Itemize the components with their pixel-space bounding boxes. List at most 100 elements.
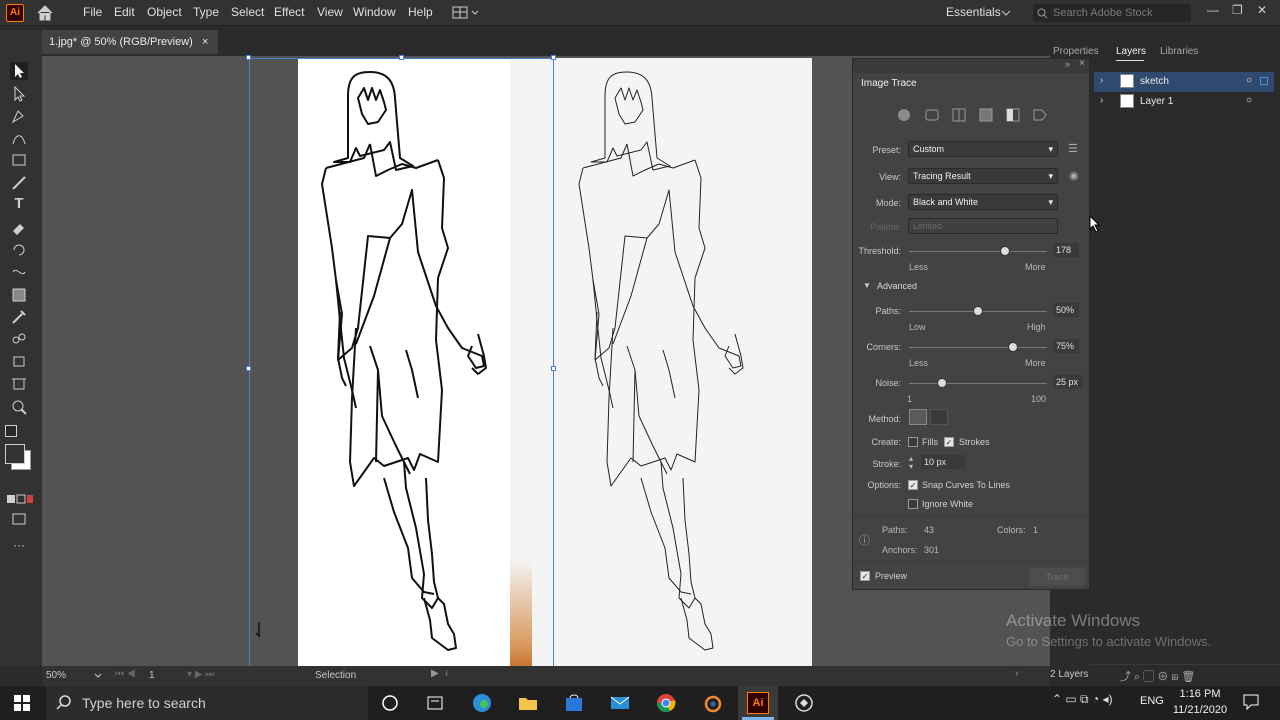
arrange-documents-icon[interactable] — [452, 6, 480, 20]
file-explorer-icon[interactable] — [517, 692, 539, 714]
home-icon[interactable] — [36, 4, 54, 22]
threshold-value[interactable]: 178 — [1053, 243, 1079, 257]
tab-layers[interactable]: Layers — [1116, 46, 1146, 57]
status-arrow-icon[interactable]: ▶ — [431, 668, 439, 679]
tab-libraries[interactable]: Libraries — [1160, 46, 1198, 57]
layer-name[interactable]: sketch — [1140, 76, 1169, 87]
fill-swatch[interactable] — [5, 444, 25, 464]
noise-track[interactable] — [909, 383, 1047, 384]
preview-checkbox[interactable]: ✓ — [860, 571, 870, 581]
minimize-button[interactable]: — — [1207, 3, 1219, 17]
snap-checkbox[interactable]: ✓ — [908, 480, 918, 490]
selection-indicator[interactable] — [1260, 77, 1268, 85]
stock-search-input[interactable]: Search Adobe Stock — [1033, 4, 1191, 22]
layer-name[interactable]: Layer 1 — [1140, 96, 1173, 107]
store-icon[interactable] — [563, 692, 585, 714]
symbol-sprayer-tool-icon[interactable] — [10, 352, 28, 370]
workspace-switcher[interactable]: Essentials — [946, 5, 1001, 19]
collapse-icon[interactable]: » — [1065, 59, 1070, 69]
rotate-tool-icon[interactable] — [10, 241, 28, 259]
paths-slider-knob[interactable] — [973, 306, 983, 316]
strokes-checkbox[interactable]: ✓ — [944, 437, 954, 447]
blend-tool-icon[interactable] — [10, 330, 28, 348]
fills-checkbox[interactable] — [908, 437, 918, 447]
tab-properties[interactable]: Properties — [1053, 46, 1099, 57]
edge-browser-icon[interactable] — [471, 692, 493, 714]
rectangle-tool-icon[interactable] — [10, 151, 28, 169]
menu-edit[interactable]: Edit — [114, 5, 135, 19]
clock-time[interactable]: 1:16 PM — [1172, 688, 1228, 700]
zoom-level[interactable]: 50% — [46, 670, 66, 681]
view-dropdown[interactable]: Tracing Result ▾ — [908, 168, 1058, 184]
resize-handle-top-right[interactable] — [551, 55, 556, 60]
curvature-tool-icon[interactable] — [10, 129, 28, 147]
menu-type[interactable]: Type — [193, 5, 219, 19]
menu-file[interactable]: File — [83, 5, 102, 19]
corners-slider-knob[interactable] — [1007, 342, 1018, 352]
stroke-stepper-icon[interactable]: ▴ ▾ — [909, 455, 913, 471]
illustrator-taskbar-icon[interactable]: Ai — [747, 692, 769, 714]
resize-handle-left[interactable] — [246, 366, 251, 371]
close-window-button[interactable]: ✕ — [1257, 3, 1267, 17]
gradient-tool-icon[interactable] — [10, 286, 28, 304]
method-overlapping-button[interactable] — [930, 409, 948, 425]
expand-arrow-icon[interactable]: › — [1100, 95, 1103, 106]
draw-mode-icon[interactable] — [6, 490, 34, 508]
eraser-tool-icon[interactable] — [10, 219, 28, 237]
paths-value[interactable]: 50% — [1053, 303, 1079, 317]
advanced-label[interactable]: Advanced — [877, 281, 917, 291]
screen-mode-icon[interactable] — [10, 510, 28, 528]
taskbar-search-input[interactable]: Type here to search — [46, 686, 368, 720]
zoom-chevron-icon[interactable] — [94, 672, 102, 680]
close-panel-icon[interactable]: × — [1079, 58, 1085, 69]
mode-dropdown[interactable]: Black and White ▾ — [908, 194, 1058, 210]
layer-footer-icons[interactable]: ⤴ ⌕ ▢ ⊕ ⊞ 🗑 — [1120, 668, 1195, 684]
menu-select[interactable]: Select — [231, 5, 264, 19]
target-circle-icon[interactable]: ○ — [1246, 95, 1252, 106]
layer-row-layer1[interactable]: › Layer 1 ○ — [1094, 92, 1274, 112]
more-tools-icon[interactable]: ··· — [10, 538, 28, 556]
direct-selection-tool-icon[interactable] — [10, 85, 28, 103]
current-tool-status[interactable]: Selection — [315, 670, 356, 681]
menu-effect[interactable]: Effect — [274, 5, 304, 19]
system-tray-icons[interactable]: ⌃ ▭ ⧉ ◔ ◂) — [1052, 692, 1113, 707]
document-tab[interactable]: 1.jpg* @ 50% (RGB/Preview) × — [42, 30, 218, 54]
artboard-tool-icon[interactable] — [10, 375, 28, 393]
scroll-right-icon[interactable]: › — [1015, 668, 1018, 679]
advanced-toggle-icon[interactable]: ▼ — [863, 281, 871, 290]
pen-tool-icon[interactable] — [10, 107, 28, 125]
cortana-icon[interactable] — [379, 692, 401, 714]
language-indicator[interactable]: ENG — [1140, 695, 1164, 707]
default-colors-icon[interactable] — [5, 425, 17, 437]
trace-button[interactable]: Trace — [1029, 568, 1085, 586]
stroke-value[interactable]: 10 px — [921, 455, 965, 469]
width-tool-icon[interactable] — [10, 263, 28, 281]
corners-value[interactable]: 75% — [1053, 339, 1079, 353]
first-artboard-icon[interactable]: ⏮ ◀ — [115, 669, 136, 680]
app-icon[interactable] — [793, 692, 815, 714]
eye-icon[interactable]: ◉ — [1069, 169, 1079, 182]
preset-menu-icon[interactable]: ☰ — [1068, 142, 1078, 155]
chrome-icon[interactable] — [655, 692, 677, 714]
target-circle-icon[interactable]: ○ — [1246, 75, 1252, 86]
maximize-button[interactable]: ❐ — [1232, 3, 1243, 17]
eyedropper-tool-icon[interactable] — [10, 308, 28, 326]
selection-bounding-box[interactable] — [249, 58, 554, 668]
noise-value[interactable]: 25 px — [1053, 375, 1083, 389]
clock-date[interactable]: 11/21/2020 — [1170, 704, 1230, 716]
method-abutting-button[interactable] — [909, 409, 927, 425]
menu-window[interactable]: Window — [353, 5, 396, 19]
threshold-slider-knob[interactable] — [1000, 246, 1011, 256]
close-tab-button[interactable]: × — [202, 30, 208, 54]
panel-header[interactable]: » × — [853, 58, 1089, 73]
paintbrush-tool-icon[interactable] — [10, 174, 28, 192]
zoom-tool-icon[interactable] — [10, 398, 28, 416]
task-view-icon[interactable] — [424, 692, 446, 714]
selection-tool-icon[interactable] — [10, 62, 28, 80]
resize-handle-right[interactable] — [551, 366, 556, 371]
menu-view[interactable]: View — [317, 5, 343, 19]
resize-handle-top-left[interactable] — [246, 55, 251, 60]
noise-slider-knob[interactable] — [937, 378, 948, 388]
scroll-left-icon[interactable]: ‹ — [445, 668, 448, 679]
menu-object[interactable]: Object — [147, 5, 182, 19]
